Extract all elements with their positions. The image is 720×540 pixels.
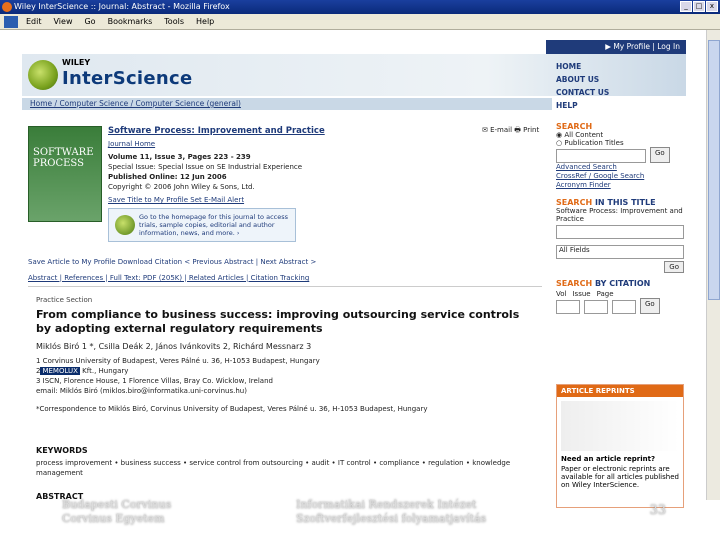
maximize-button[interactable]: □ <box>693 1 705 12</box>
cite-page-input[interactable] <box>612 300 636 314</box>
menu-edit[interactable]: Edit <box>26 14 42 29</box>
journal-cover-image[interactable]: SOFTWARE PROCESS <box>28 126 102 222</box>
wiley-brand: WILEY <box>62 58 91 67</box>
keywords: process improvement • business success •… <box>36 459 511 477</box>
affiliation-1: 1 Corvinus University of Budapest, Veres… <box>36 357 320 365</box>
article-reprints-box[interactable]: ARTICLE REPRINTS Need an article reprint… <box>556 384 684 508</box>
globe-icon <box>115 215 135 235</box>
journal-title-link[interactable]: Software Process: Improvement and Practi… <box>108 126 325 136</box>
minimize-button[interactable]: _ <box>680 1 692 12</box>
footer-mid-2: Szoftverfejlesztési folyamatjavítás <box>296 512 487 525</box>
globe-logo-icon <box>28 60 58 90</box>
tabs-links[interactable]: Abstract | References | Full Text: PDF (… <box>28 274 309 282</box>
radio-all-content[interactable]: ◉ All Content <box>556 131 684 139</box>
nav-about[interactable]: ABOUT US <box>556 73 686 86</box>
citation-heading: SEARCH BY CITATION <box>556 279 684 288</box>
window-controls: _ □ x <box>680 1 718 12</box>
web-page: ▶ My Profile | Log In WILEY InterScience… <box>22 38 686 508</box>
link-crossref[interactable]: CrossRef / Google Search <box>556 172 684 181</box>
slide-number: 33 <box>649 503 666 518</box>
affiliation-2-text: Kft., Hungary <box>79 367 129 375</box>
vertical-scrollbar[interactable] <box>706 30 720 500</box>
affiliation-3: 3 ISCN, Florence House, 1 Florence Villa… <box>36 377 273 385</box>
search-title-heading: SEARCH IN THIS TITLE <box>556 198 684 207</box>
opt-pub-label: Publication Titles <box>564 139 624 147</box>
journal-homepage-box[interactable]: Go to the homepage for this journal to a… <box>108 208 296 242</box>
search-title-heading-a: SEARCH <box>556 198 593 207</box>
highlighted-text: MEMOLUX <box>40 367 80 375</box>
file-menu-icon[interactable] <box>4 16 18 28</box>
search-sidebar: SEARCH ◉ All Content ○ Publication Title… <box>556 122 684 314</box>
footer-left-2: Corvinus Egyetem <box>62 512 165 525</box>
opt-all-label: All Content <box>564 131 604 139</box>
menu-view[interactable]: View <box>54 14 73 29</box>
correspondence: *Correspondence to Miklós Biró, Corvinus… <box>36 405 428 413</box>
affiliation-2: 2 MEMOLUX Kft., Hungary <box>36 367 129 375</box>
email-print-links[interactable]: ✉ E-mail 🖶 Print <box>482 126 539 137</box>
cite-issue-label: Issue <box>572 290 591 298</box>
nav-home[interactable]: HOME <box>556 60 686 73</box>
title-go-button[interactable]: Go <box>664 261 684 273</box>
infobox-text: Go to the homepage for this journal to a… <box>139 213 288 237</box>
cite-go-button[interactable]: Go <box>640 298 660 314</box>
footer-left-1: Budapesti Corvinus <box>62 498 172 511</box>
nav-help[interactable]: HELP <box>556 99 686 112</box>
profile-login-nav[interactable]: ▶ My Profile | Log In <box>546 40 686 54</box>
citation-heading-a: SEARCH <box>556 279 593 288</box>
menu-go[interactable]: Go <box>84 14 95 29</box>
search-title-heading-b: IN THIS TITLE <box>594 198 656 207</box>
section-label: Practice Section <box>36 296 93 304</box>
search-title-name: Software Process: Improvement and Practi… <box>556 207 683 223</box>
close-button[interactable]: x <box>706 1 718 12</box>
menu-tools[interactable]: Tools <box>164 14 184 29</box>
field-select[interactable]: All Fields <box>556 245 684 259</box>
keywords-heading: KEYWORDS <box>36 446 88 455</box>
breadcrumb-links[interactable]: Home / Computer Science / Computer Scien… <box>30 99 241 108</box>
footer-mid-1: Informatikai Rendszerek Intézet <box>296 498 477 511</box>
citation-heading-b: BY CITATION <box>594 279 651 288</box>
window-title: Wiley InterScience :: Journal: Abstract … <box>14 2 230 11</box>
reprints-image <box>561 401 679 451</box>
site-nav: HOME ABOUT US CONTACT US HELP <box>556 60 686 112</box>
copyright: Copyright © 2006 John Wiley & Sons, Ltd. <box>108 183 255 191</box>
cite-page-label: Page <box>596 290 614 298</box>
link-acronym[interactable]: Acronym Finder <box>556 181 684 190</box>
cite-vol-label: Vol <box>556 290 567 298</box>
journal-home-link[interactable]: Journal Home <box>108 140 155 148</box>
save-alert-links[interactable]: Save Title to My Profile Set E-Mail Aler… <box>108 196 244 204</box>
search-title-input[interactable] <box>556 225 684 239</box>
journal-meta: Volume 11, Issue 3, Pages 223 - 239 Spec… <box>108 152 428 192</box>
cover-title: SOFTWARE PROCESS <box>33 147 94 169</box>
article-authors: Miklós Biró 1 *, Csilla Deák 2, János Iv… <box>36 342 312 351</box>
menu-bar: Edit View Go Bookmarks Tools Help <box>0 14 720 30</box>
reprints-text: Paper or electronic reprints are availab… <box>561 465 679 489</box>
nav-contact[interactable]: CONTACT US <box>556 86 686 99</box>
link-advanced-search[interactable]: Advanced Search <box>556 163 684 172</box>
reprints-heading: ARTICLE REPRINTS <box>557 385 683 397</box>
author-email[interactable]: email: Miklós Biró (miklos.biro@informat… <box>36 386 536 396</box>
breadcrumb: Home / Computer Science / Computer Scien… <box>22 98 552 110</box>
published-date: Published Online: 12 Jun 2006 <box>108 173 227 181</box>
cite-vol-input[interactable] <box>556 300 580 314</box>
firefox-icon <box>2 2 12 12</box>
article-tabs: Abstract | References | Full Text: PDF (… <box>28 274 542 287</box>
menu-bookmarks[interactable]: Bookmarks <box>108 14 153 29</box>
radio-publication-titles[interactable]: ○ Publication Titles <box>556 139 684 147</box>
article-title: From compliance to business success: imp… <box>36 308 520 335</box>
menu-help[interactable]: Help <box>196 14 214 29</box>
cite-issue-input[interactable] <box>584 300 608 314</box>
search-go-button[interactable]: Go <box>650 147 670 163</box>
search-heading: SEARCH <box>556 122 593 131</box>
window-titlebar: Wiley InterScience :: Journal: Abstract … <box>0 0 720 14</box>
interscience-logo[interactable]: InterScience <box>62 68 193 89</box>
reprints-question: Need an article reprint? <box>561 455 656 463</box>
article-actions[interactable]: Save Article to My Profile Download Cita… <box>28 258 542 266</box>
affiliations: 1 Corvinus University of Budapest, Veres… <box>36 356 536 414</box>
search-input[interactable] <box>556 149 646 163</box>
scrollbar-thumb[interactable] <box>708 40 720 300</box>
volume-info: Volume 11, Issue 3, Pages 223 - 239 <box>108 153 251 161</box>
special-issue: Special Issue: Special Issue on SE Indus… <box>108 163 303 171</box>
